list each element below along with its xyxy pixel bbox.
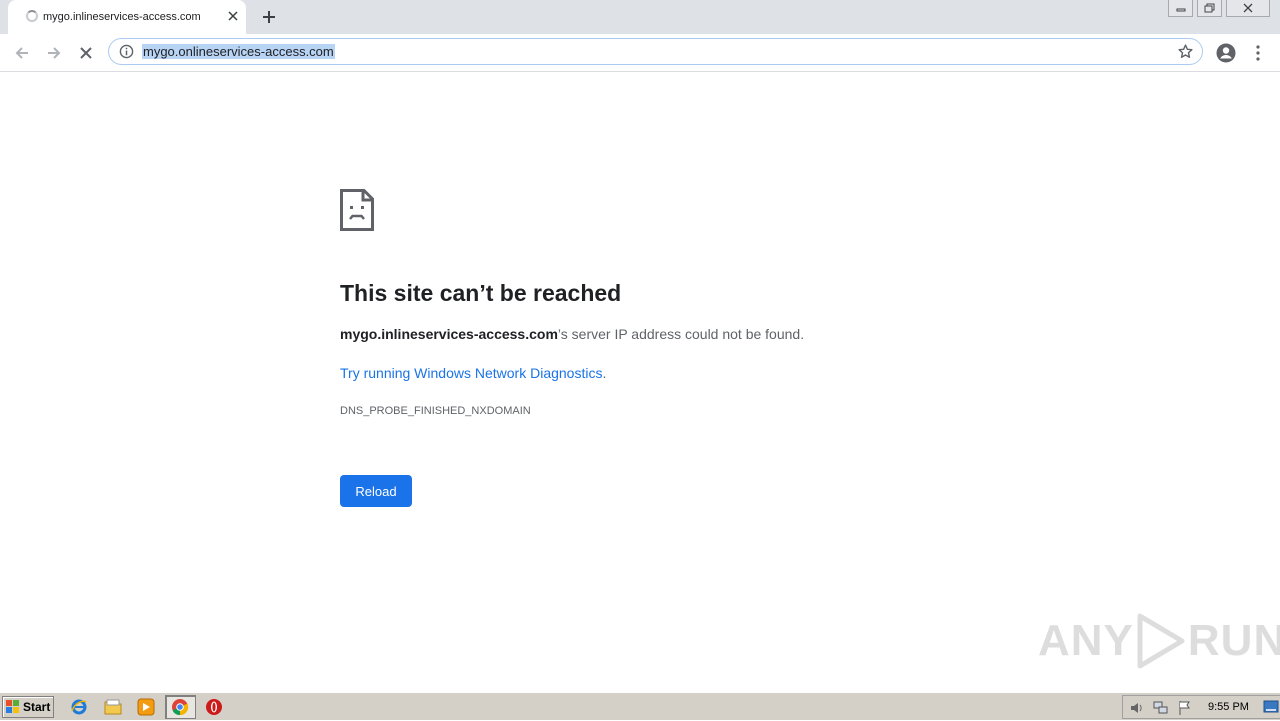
browser-tab[interactable]: mygo.inlineservices-access.com <box>8 0 246 34</box>
browser-toolbar: mygo.onlineservices-access.com <box>0 34 1280 72</box>
system-tray: 9:55 PM <box>1122 695 1280 719</box>
show-desktop-icon[interactable] <box>1263 700 1279 719</box>
action-center-flag-icon[interactable] <box>1177 700 1193 721</box>
minimize-button[interactable] <box>1168 0 1193 17</box>
start-label: Start <box>23 700 51 714</box>
network-diagnostics-link[interactable]: Try running Windows Network Diagnostics <box>340 365 602 381</box>
play-logo-icon <box>1137 613 1185 669</box>
new-tab-button[interactable] <box>258 6 280 28</box>
folder-icon[interactable] <box>103 697 123 717</box>
error-code: DNS_PROBE_FINISHED_NXDOMAIN <box>340 405 531 417</box>
close-window-button[interactable] <box>1226 0 1270 17</box>
tab-strip: mygo.inlineservices-access.com <box>0 0 1280 34</box>
loading-spinner-icon <box>26 10 38 22</box>
link-period: . <box>602 365 607 381</box>
windows-logo-icon <box>6 700 20 714</box>
stop-loading-button[interactable] <box>74 41 98 65</box>
tab-close-icon[interactable] <box>224 7 242 25</box>
error-message-suffix: ’s server IP address could not be found. <box>557 326 805 342</box>
info-icon[interactable] <box>119 44 134 64</box>
error-host: mygo.inlineservices-access.com <box>340 326 558 342</box>
forward-button[interactable] <box>42 41 66 65</box>
network-diagnostics-line: Try running Windows Network Diagnostics. <box>340 365 606 381</box>
address-bar[interactable]: mygo.onlineservices-access.com <box>108 38 1203 65</box>
address-bar-url[interactable]: mygo.onlineservices-access.com <box>142 44 335 59</box>
tab-title: mygo.inlineservices-access.com <box>43 11 201 23</box>
media-player-icon[interactable] <box>136 697 156 717</box>
volume-icon[interactable] <box>1129 700 1145 721</box>
network-icon[interactable] <box>1153 700 1169 721</box>
window-controls <box>1168 0 1270 17</box>
opera-icon[interactable] <box>204 697 224 717</box>
error-message: mygo.inlineservices-access.com’s server … <box>340 326 804 342</box>
profile-button[interactable] <box>1214 41 1238 65</box>
arrow-right-icon <box>48 47 61 59</box>
reload-button[interactable]: Reload <box>340 475 412 507</box>
error-title: This site can’t be reached <box>340 280 622 306</box>
stop-icon <box>80 47 92 59</box>
watermark-text-left: ANY <box>1038 616 1134 665</box>
sad-page-icon <box>340 189 374 236</box>
watermark-text-right: RUN <box>1187 616 1280 665</box>
start-button[interactable]: Start <box>2 696 54 718</box>
menu-button[interactable] <box>1246 41 1270 65</box>
more-vert-icon <box>1256 45 1260 61</box>
restore-button[interactable] <box>1197 0 1222 17</box>
clock[interactable]: 9:55 PM <box>1208 701 1249 713</box>
arrow-left-icon <box>15 47 28 59</box>
back-button[interactable] <box>10 41 34 65</box>
avatar-icon <box>1216 43 1236 63</box>
bookmark-star-icon[interactable] <box>1177 43 1194 65</box>
anyrun-watermark: ANY RUN <box>1038 612 1280 670</box>
taskbar: Start 9:55 PM <box>0 692 1280 720</box>
ie-icon[interactable] <box>69 697 89 717</box>
chrome-icon[interactable] <box>170 697 190 717</box>
